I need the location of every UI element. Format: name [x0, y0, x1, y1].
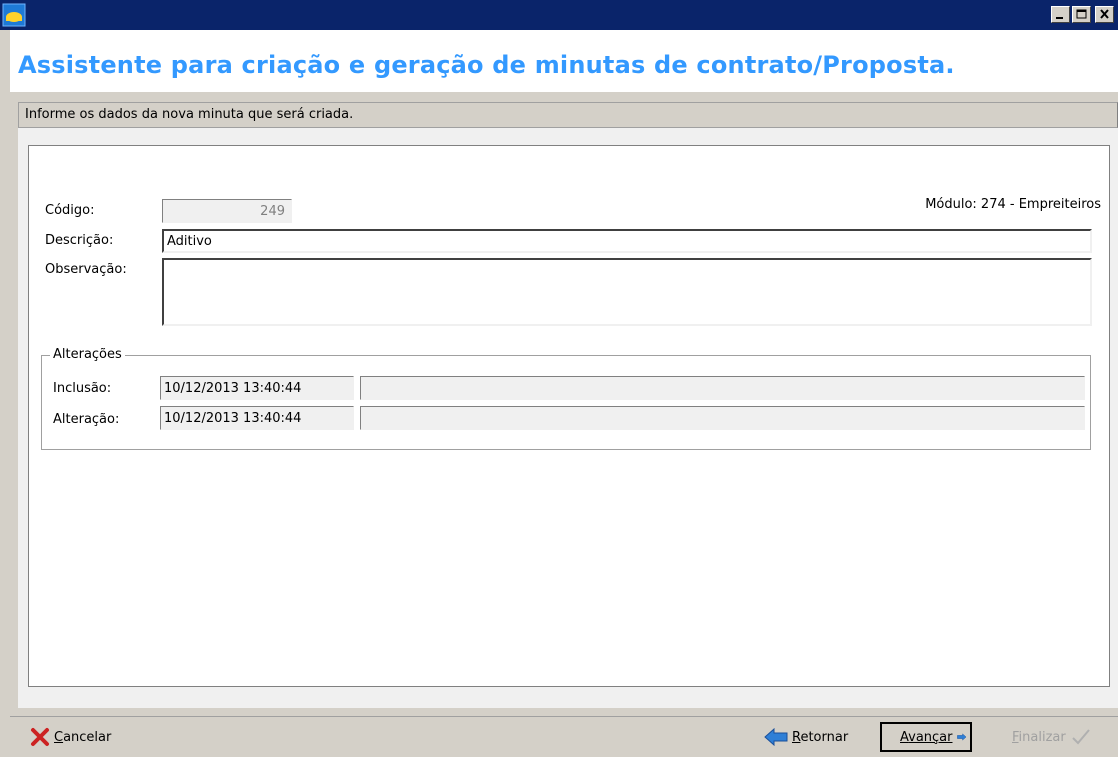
- modulo-text: Módulo: 274 - Empreiteiros: [925, 197, 1101, 212]
- codigo-field[interactable]: [162, 199, 292, 223]
- form-panel: Código: Módulo: 274 - Empreiteiros Descr…: [18, 128, 1118, 708]
- wizard-title: Assistente para criação e geração de min…: [18, 51, 955, 79]
- form-area: Código: Módulo: 274 - Empreiteiros Descr…: [28, 145, 1110, 687]
- cancel-x-icon: [31, 728, 49, 746]
- cancel-button[interactable]: Cancelar: [26, 722, 115, 752]
- check-icon: [1072, 729, 1090, 745]
- inclusao-date-field[interactable]: [160, 376, 354, 400]
- descricao-field[interactable]: [162, 229, 1092, 253]
- inclusao-label: Inclusão:: [53, 381, 112, 396]
- descricao-label: Descrição:: [45, 233, 114, 248]
- close-button[interactable]: [1095, 6, 1114, 23]
- wizard-window: Assistente para criação e geração de min…: [10, 30, 1118, 757]
- wizard-footer: Cancelar Retornar Avançar Finalizar: [10, 716, 1118, 757]
- inclusao-user-field[interactable]: [360, 376, 1085, 400]
- info-text: Informe os dados da nova minuta que será…: [25, 107, 354, 122]
- alteracao-user-field[interactable]: [360, 406, 1085, 430]
- minimize-icon: [1056, 17, 1063, 19]
- next-label: Avançar: [900, 729, 953, 745]
- alteracoes-group: Alterações Inclusão: Alteração:: [41, 347, 1091, 450]
- window-titlebar[interactable]: [0, 0, 1118, 30]
- minimize-button[interactable]: [1051, 6, 1070, 23]
- alteracao-label: Alteração:: [53, 412, 120, 427]
- codigo-label: Código:: [45, 203, 95, 218]
- forward-arrow-icon: [956, 733, 966, 741]
- app-icon: [2, 3, 26, 27]
- info-bar: Informe os dados da nova minuta que será…: [18, 102, 1118, 128]
- next-button[interactable]: Avançar: [880, 722, 972, 752]
- maximize-button[interactable]: [1072, 6, 1091, 23]
- observacao-label: Observação:: [45, 262, 127, 277]
- wizard-header: Assistente para criação e geração de min…: [10, 30, 1118, 92]
- cancel-label: Cancelar: [54, 729, 112, 745]
- alteracoes-legend: Alterações: [50, 347, 125, 362]
- maximize-icon: [1076, 9, 1087, 19]
- finish-label: Finalizar: [1012, 729, 1066, 745]
- alteracao-date-field[interactable]: [160, 406, 354, 430]
- observacao-field[interactable]: [162, 258, 1092, 326]
- close-icon: [1100, 9, 1109, 19]
- back-label: Retornar: [792, 729, 849, 745]
- back-arrow-icon: [764, 728, 788, 746]
- back-button[interactable]: Retornar: [760, 722, 852, 752]
- finish-button[interactable]: Finalizar: [1008, 722, 1096, 752]
